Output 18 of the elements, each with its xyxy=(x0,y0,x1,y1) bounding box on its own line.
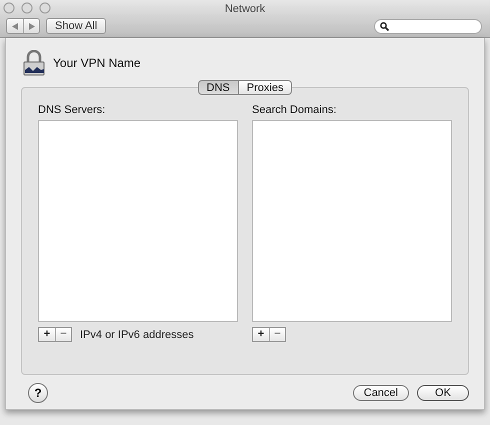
cancel-button[interactable]: Cancel xyxy=(352,385,409,401)
list-label: Search Domains: xyxy=(252,104,338,116)
hint-text: IPv4 or IPv6 addresses xyxy=(80,328,194,340)
add-button[interactable]: + xyxy=(39,328,55,341)
window-title: Network xyxy=(224,3,266,15)
search-field[interactable] xyxy=(374,18,482,34)
ok-button[interactable]: OK xyxy=(417,385,469,401)
list-label: DNS Servers: xyxy=(38,104,106,116)
lock-icon xyxy=(23,50,45,76)
help-button[interactable]: ? xyxy=(28,383,48,403)
show-all-button[interactable]: Show All xyxy=(46,18,106,34)
add-button[interactable]: + xyxy=(253,328,269,341)
vpn-name: Your VPN Name xyxy=(53,56,141,70)
forward-arrow-icon xyxy=(28,22,34,30)
back-arrow-icon xyxy=(12,22,18,30)
tab[interactable]: DNS xyxy=(198,80,239,95)
tab[interactable]: Proxies xyxy=(238,80,292,95)
search-icon xyxy=(380,22,389,30)
